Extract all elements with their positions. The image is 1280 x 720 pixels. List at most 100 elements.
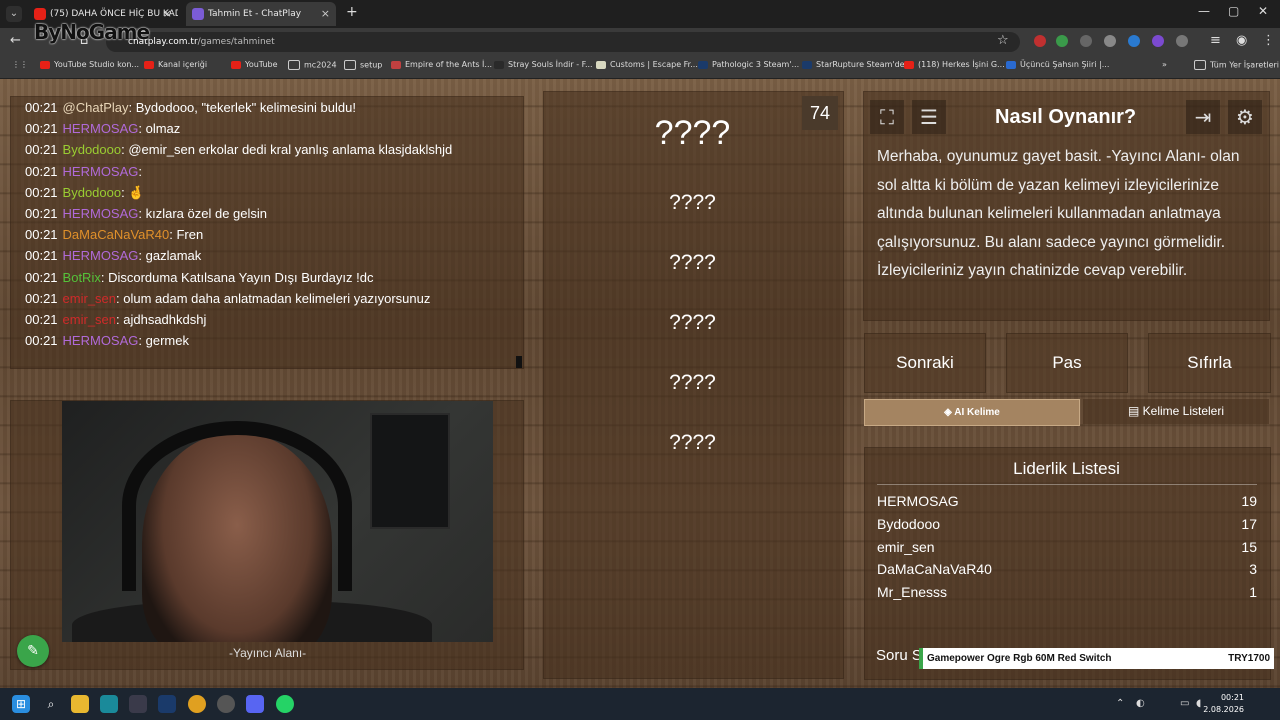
windows-taskbar: ⊞ ⌕ ⌃ ◐ ▭ ◖ 00:21 2.08.2026: [0, 688, 1280, 720]
chat-username[interactable]: HERMOSAG: [63, 248, 139, 263]
chat-username[interactable]: Bydodooo: [63, 185, 122, 200]
bookmark-folder[interactable]: setup: [344, 60, 382, 70]
exit-icon[interactable]: ⇥: [1186, 100, 1220, 134]
forbidden-word: ????: [669, 251, 716, 274]
folder-icon: [288, 60, 300, 70]
chat-username[interactable]: HERMOSAG: [63, 164, 139, 179]
tab-search-button[interactable]: ⌄: [6, 6, 22, 22]
youtube-icon: [231, 60, 241, 69]
chat-username[interactable]: emir_sen: [63, 312, 116, 327]
tray-overflow-icon[interactable]: ⌃: [1116, 698, 1124, 709]
extensions-puzzle-icon[interactable]: [1176, 35, 1188, 47]
taskbar-clock[interactable]: 00:21 2.08.2026: [1203, 692, 1244, 716]
player-name: HERMOSAG: [877, 493, 959, 509]
bookmarks-overflow-button[interactable]: »: [1162, 60, 1167, 69]
minimize-button[interactable]: —: [1198, 4, 1210, 18]
word-lists-button[interactable]: ▤ Kelime Listeleri: [1083, 399, 1269, 424]
steam-icon: [698, 60, 708, 69]
bookmark-item[interactable]: YouTube: [231, 60, 278, 69]
bookmark-item[interactable]: Pathologic 3 Steam'...: [698, 60, 799, 69]
ai-word-button[interactable]: ◈ AI Kelime: [864, 399, 1080, 426]
chat-username[interactable]: HERMOSAG: [63, 206, 139, 221]
address-bar[interactable]: chatplay.com.tr/games/tahminet: [106, 32, 1020, 52]
steam-icon[interactable]: [158, 695, 176, 713]
chat-username[interactable]: HERMOSAG: [63, 121, 139, 136]
chat-username[interactable]: emir_sen: [63, 291, 116, 306]
store-icon[interactable]: [129, 695, 147, 713]
tray-app-icon[interactable]: ◐: [1136, 698, 1145, 709]
bookmark-item[interactable]: Üçüncü Şahsın Şiiri |...: [1006, 60, 1109, 69]
next-button[interactable]: Sonraki: [864, 333, 986, 393]
extension-icon[interactable]: [1080, 35, 1092, 47]
player-score: 19: [1241, 493, 1257, 509]
chat-timestamp: 00:21: [25, 184, 58, 200]
notes-icon[interactable]: ☰: [912, 100, 946, 134]
player-name: Mr_Enesss: [877, 584, 948, 601]
fullscreen-icon[interactable]: ⛶: [870, 100, 904, 134]
media-icon[interactable]: ≡: [1210, 33, 1221, 48]
chrome-icon[interactable]: [188, 695, 206, 713]
chat-username[interactable]: HERMOSAG: [63, 333, 139, 348]
chat-timestamp: 00:21: [25, 163, 58, 179]
bookmark-item[interactable]: (118) Herkes İşini G...: [904, 60, 1005, 69]
new-tab-button[interactable]: +: [346, 4, 358, 20]
bookmark-label: Tüm Yer İşaretleri: [1210, 60, 1280, 70]
extension-icon[interactable]: [1152, 35, 1164, 47]
youtube-icon: [40, 60, 50, 69]
chat-message: 00:21 HERMOSAG: olmaz: [25, 121, 180, 136]
menu-icon[interactable]: ⋮: [1262, 33, 1275, 48]
magic-wand-button[interactable]: ✎: [17, 635, 49, 667]
extension-icon[interactable]: [1034, 35, 1046, 47]
settings-gear-icon[interactable]: ⚙: [1228, 100, 1262, 134]
chat-message: 00:21 HERMOSAG: kızlara özel de gelsin: [25, 206, 267, 221]
bookmark-label: Pathologic 3 Steam'...: [712, 60, 800, 69]
product-ad-banner[interactable]: Gamepower Ogre Rgb 60M Red Switch TRY170…: [919, 648, 1274, 669]
bookmark-item[interactable]: StarRupture Steam'de: [802, 60, 905, 69]
extension-icon[interactable]: [1056, 35, 1068, 47]
maximize-button[interactable]: ▢: [1228, 4, 1239, 18]
file-explorer-icon[interactable]: [71, 695, 89, 713]
back-icon[interactable]: ←: [10, 33, 21, 48]
chat-message: 00:21 Bydodooo: @emir_sen erkolar dedi kr…: [25, 142, 452, 157]
chat-timestamp: 00:21: [25, 100, 58, 115]
bookmark-item[interactable]: Kanal içeriği: [144, 60, 207, 69]
forbidden-word: ????: [669, 191, 716, 214]
chat-username[interactable]: @ChatPlay: [63, 100, 129, 115]
all-bookmarks-button[interactable]: Tüm Yer İşaretleri: [1194, 60, 1279, 70]
obs-icon[interactable]: [217, 695, 235, 713]
tab-chatplay[interactable]: Tahmin Et - ChatPlay ×: [186, 2, 336, 26]
bookmark-folder[interactable]: mc2024: [288, 60, 337, 70]
chat-username[interactable]: DaMaCaNaVaR40: [63, 227, 170, 242]
start-icon[interactable]: ⊞: [12, 695, 30, 713]
extension-icon[interactable]: [1104, 35, 1116, 47]
discord-icon[interactable]: [246, 695, 264, 713]
chat-text: : 🤞: [121, 184, 145, 200]
whatsapp-icon[interactable]: [276, 695, 294, 713]
url-path: /games/tahminet: [197, 37, 275, 47]
chat-username[interactable]: Bydodooo: [63, 142, 122, 157]
chat-timestamp: 00:21: [25, 248, 58, 264]
chat-username[interactable]: BotRix: [63, 270, 101, 285]
bookmark-item[interactable]: YouTube Studio kon...: [40, 60, 139, 69]
reset-button[interactable]: Sıfırla: [1148, 333, 1271, 393]
chat-scrollbar[interactable]: [516, 356, 522, 368]
search-icon[interactable]: ⌕: [42, 695, 60, 713]
close-window-button[interactable]: ✕: [1258, 4, 1268, 18]
profile-avatar[interactable]: ◉: [1236, 33, 1247, 48]
apps-icon[interactable]: ⋮⋮: [12, 60, 28, 69]
bookmark-star-icon[interactable]: ☆: [997, 33, 1009, 48]
webcam-feed: [62, 401, 493, 642]
tab-close-button[interactable]: ×: [321, 2, 330, 26]
volume-icon[interactable]: ◖: [1196, 698, 1201, 709]
bookmark-item[interactable]: Stray Souls İndir - F...: [494, 60, 593, 69]
chat-message: 00:21 HERMOSAG:: [25, 164, 142, 179]
tab-close-button[interactable]: ×: [163, 2, 172, 26]
chat-message: 00:21 Bydodooo: 🤞: [25, 185, 145, 201]
bookmark-item[interactable]: Empire of the Ants İ...: [391, 60, 492, 69]
edge-icon[interactable]: [100, 695, 118, 713]
pass-button[interactable]: Pas: [1006, 333, 1128, 393]
network-icon[interactable]: ▭: [1180, 698, 1189, 709]
bookmark-item[interactable]: Customs | Escape Fr...: [596, 60, 698, 69]
extension-icon[interactable]: [1128, 35, 1140, 47]
forbidden-word: ????: [669, 431, 716, 454]
